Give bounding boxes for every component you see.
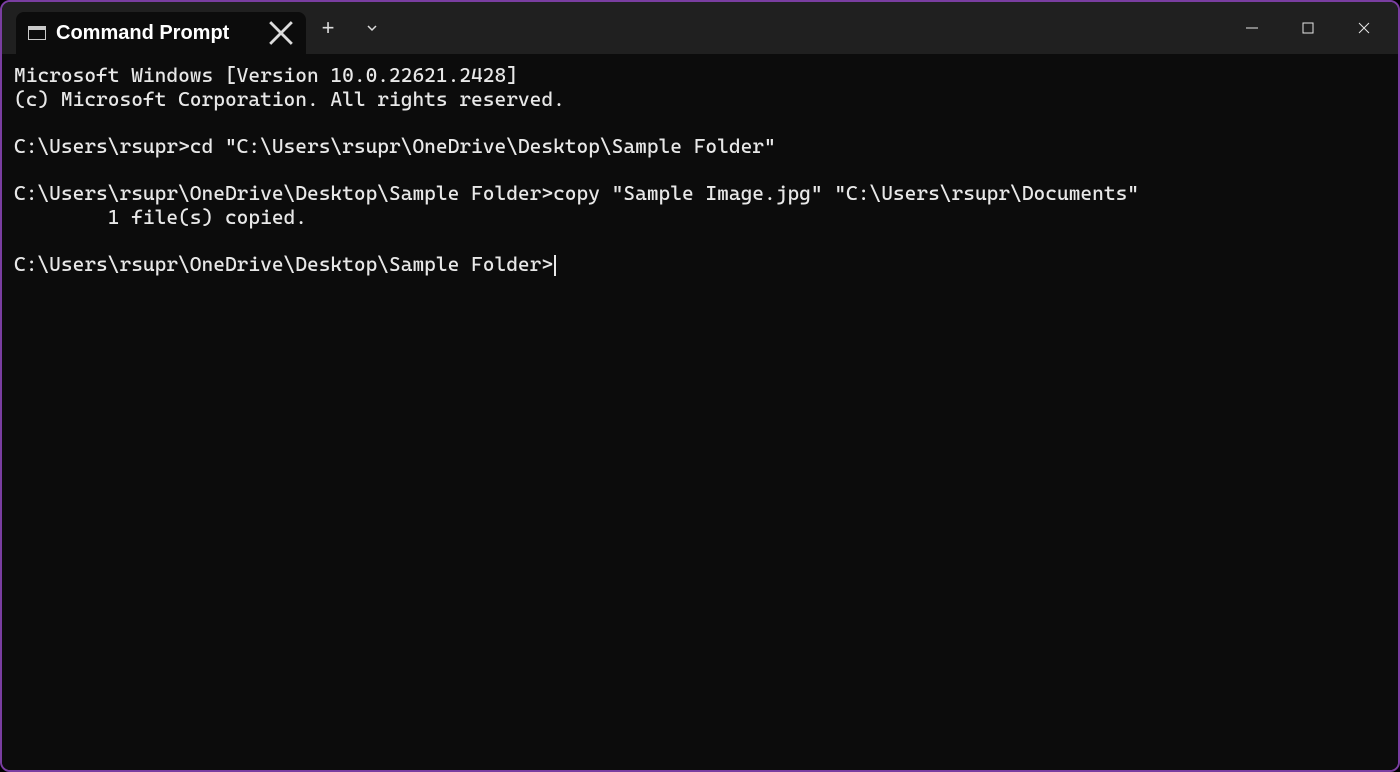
close-icon bbox=[268, 20, 294, 46]
titlebar-drag-region[interactable] bbox=[394, 2, 1224, 54]
tab-dropdown-button[interactable] bbox=[350, 2, 394, 54]
close-tab-button[interactable] bbox=[268, 20, 294, 46]
terminal-line: (c) Microsoft Corporation. All rights re… bbox=[14, 88, 1386, 112]
minimize-icon bbox=[1245, 21, 1259, 35]
terminal-line: C:\Users\rsupr>cd "C:\Users\rsupr\OneDri… bbox=[14, 135, 1386, 159]
titlebar: Command Prompt + bbox=[2, 2, 1398, 54]
active-tab[interactable]: Command Prompt bbox=[16, 12, 306, 54]
close-icon bbox=[1357, 21, 1371, 35]
terminal-line bbox=[14, 158, 1386, 182]
terminal-line: Microsoft Windows [Version 10.0.22621.24… bbox=[14, 64, 1386, 88]
terminal-prompt: C:\Users\rsupr\OneDrive\Desktop\Sample F… bbox=[14, 253, 1386, 277]
terminal-line: C:\Users\rsupr\OneDrive\Desktop\Sample F… bbox=[14, 182, 1386, 206]
maximize-icon bbox=[1301, 21, 1315, 35]
terminal-line bbox=[14, 111, 1386, 135]
terminal-output[interactable]: Microsoft Windows [Version 10.0.22621.24… bbox=[2, 54, 1398, 770]
terminal-line bbox=[14, 229, 1386, 253]
cursor bbox=[554, 255, 556, 276]
command-prompt-icon bbox=[28, 26, 46, 40]
close-window-button[interactable] bbox=[1336, 8, 1392, 48]
chevron-down-icon bbox=[366, 22, 378, 34]
terminal-line: 1 file(s) copied. bbox=[14, 206, 1386, 230]
maximize-button[interactable] bbox=[1280, 8, 1336, 48]
tab-title: Command Prompt bbox=[56, 22, 229, 45]
window-controls bbox=[1224, 2, 1398, 54]
minimize-button[interactable] bbox=[1224, 8, 1280, 48]
new-tab-button[interactable]: + bbox=[306, 2, 350, 54]
